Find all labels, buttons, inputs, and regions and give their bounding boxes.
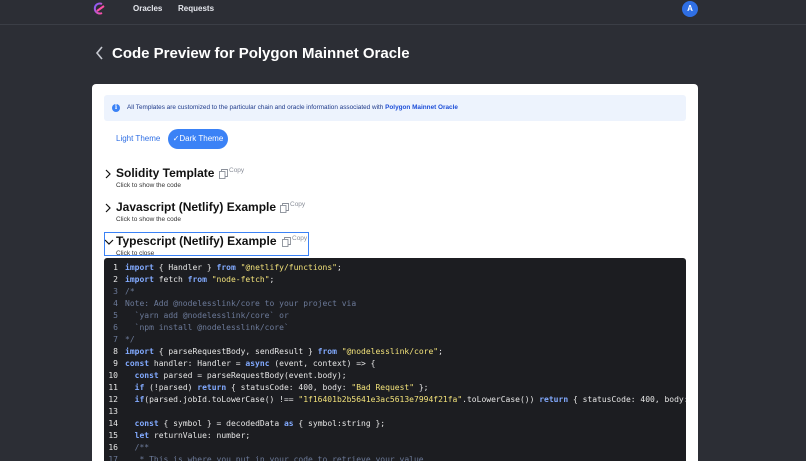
code-text: const handler: Handler = async (event, c…	[125, 359, 376, 368]
line-number: 14	[108, 419, 118, 428]
line-number: 8	[113, 347, 118, 356]
line-number: 16	[108, 443, 118, 452]
nav-link-requests[interactable]: Requests	[178, 4, 214, 13]
info-text: All Templates are customized to the part…	[127, 104, 458, 111]
section-hint: Click to show the code	[116, 216, 182, 223]
code-line: 5 `yarn add @nodelesslink/core` or	[104, 311, 686, 323]
code-text: let returnValue: number;	[134, 431, 251, 440]
line-number: 12	[108, 395, 118, 404]
line-number: 11	[108, 383, 118, 392]
copy-label: Copy	[290, 201, 306, 208]
line-number: 7	[113, 335, 118, 344]
line-number: 5	[113, 311, 118, 320]
line-number: 17	[108, 455, 118, 461]
code-preview-card: i All Templates are customized to the pa…	[92, 84, 698, 461]
code-text: import fetch from "node-fetch";	[125, 275, 275, 284]
info-banner: i All Templates are customized to the pa…	[104, 95, 686, 121]
code-text: const parsed = parseRequestBody(event.bo…	[134, 371, 347, 380]
code-text: /**	[134, 443, 150, 452]
line-number: 6	[113, 323, 118, 332]
code-line: 13	[104, 407, 686, 419]
line-number: 9	[113, 359, 118, 368]
chevron-right-icon	[105, 169, 111, 179]
section-title: Typescript (Netlify) Example	[116, 234, 277, 248]
code-line: 1 import { Handler } from "@netlify/funct…	[104, 263, 686, 275]
info-icon: i	[112, 104, 120, 112]
code-text: import { Handler } from "@netlify/functi…	[125, 263, 342, 272]
code-line: 8 import { parseRequestBody, sendResult }…	[104, 347, 686, 359]
line-number: 13	[108, 407, 118, 416]
nav-link-oracles[interactable]: Oracles	[133, 4, 162, 13]
info-oracle-name: Polygon Mainnet Oracle	[385, 104, 458, 111]
code-line: 12 if(parsed.jobId.toLowerCase() !== "1f…	[104, 395, 686, 407]
chevron-right-icon	[105, 203, 111, 213]
code-text: if(parsed.jobId.toLowerCase() !== "1f164…	[134, 395, 686, 404]
chevron-down-icon	[104, 239, 114, 245]
code-text: /*	[125, 287, 135, 296]
line-number: 10	[108, 371, 118, 380]
dark-theme-toggle[interactable]: ✓Dark Theme	[168, 129, 228, 149]
code-line: 3 /*	[104, 287, 686, 299]
code-block[interactable]: 1 import { Handler } from "@netlify/funct…	[104, 258, 686, 461]
copy-label: Copy	[292, 235, 308, 242]
code-line: 6 `npm install @nodelesslink/core`	[104, 323, 686, 335]
line-number: 15	[108, 431, 118, 440]
code-line: 2 import fetch from "node-fetch";	[104, 275, 686, 287]
section-title: Solidity Template	[116, 166, 215, 180]
code-line: 4 Note: Add @nodelesslink/core to your pr…	[104, 299, 686, 311]
code-line: 7 */	[104, 335, 686, 347]
code-line: 11 if (!parsed) return { statusCode: 400…	[104, 383, 686, 395]
user-avatar[interactable]: A	[682, 1, 698, 17]
code-line: 10 const parsed = parseRequestBody(event…	[104, 371, 686, 383]
section-hint: Click to show the code	[116, 182, 182, 189]
info-message: All Templates are customized to the part…	[127, 104, 386, 111]
copy-label: Copy	[229, 167, 245, 174]
code-text: if (!parsed) return { statusCode: 400, b…	[134, 383, 429, 392]
line-number: 1	[113, 263, 118, 272]
code-text: Note: Add @nodelesslink/core to your pro…	[125, 299, 357, 308]
section-title: Javascript (Netlify) Example	[116, 200, 277, 214]
top-navbar: Oracles Requests A	[0, 0, 806, 25]
page-title: Code Preview for Polygon Mainnet Oracle	[112, 45, 410, 62]
copy-icon	[280, 203, 289, 213]
line-number: 3	[113, 287, 118, 296]
line-number: 2	[113, 275, 118, 284]
copy-icon	[282, 237, 291, 247]
code-text: `npm install @nodelesslink/core`	[125, 323, 289, 332]
line-number: 4	[113, 299, 118, 308]
code-text: import { parseRequestBody, sendResult } …	[125, 347, 443, 356]
code-line: 14 const { symbol } = decodedData as { s…	[104, 419, 686, 431]
code-text: */	[125, 335, 135, 344]
code-text: const { symbol } = decodedData as { symb…	[134, 419, 386, 428]
code-line: 16 /**	[104, 443, 686, 455]
code-text: `yarn add @nodelesslink/core` or	[125, 311, 289, 320]
dark-theme-label: Dark Theme	[179, 134, 224, 143]
section-hint: Click to close	[116, 250, 155, 257]
light-theme-toggle[interactable]: Light Theme	[112, 129, 164, 149]
copy-icon	[219, 169, 228, 179]
app-logo-icon[interactable]	[92, 2, 107, 15]
code-line: 15 let returnValue: number;	[104, 431, 686, 443]
code-text: * This is where you put in your code to …	[125, 455, 424, 461]
back-arrow-icon[interactable]	[95, 46, 105, 60]
code-line: 17 * This is where you put in your code …	[104, 455, 686, 461]
code-line: 9 const handler: Handler = async (event, …	[104, 359, 686, 371]
